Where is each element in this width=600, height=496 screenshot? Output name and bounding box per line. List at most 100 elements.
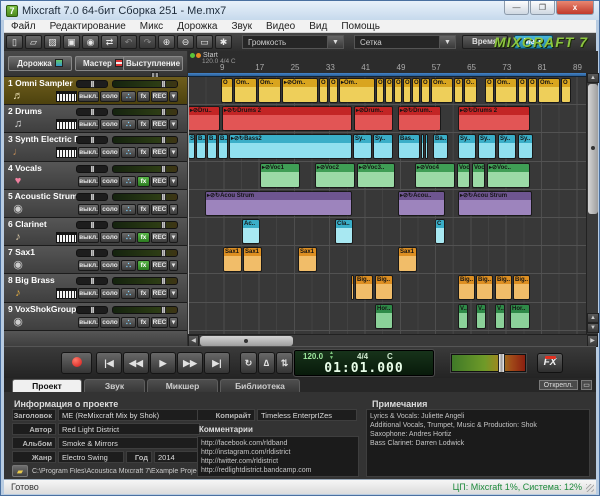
solo-button[interactable]: соло xyxy=(100,204,120,215)
track-volume-slider[interactable] xyxy=(112,108,178,116)
mute-button[interactable]: выкл. xyxy=(78,91,99,102)
clip[interactable]: Voc.. xyxy=(472,163,485,188)
pan-thumb[interactable] xyxy=(90,165,95,173)
automation-button[interactable]: ∴ xyxy=(121,288,136,299)
track-pan-slider[interactable] xyxy=(76,136,108,144)
clip[interactable]: Om.. xyxy=(431,78,453,103)
mute-button[interactable]: выкл. xyxy=(78,288,99,299)
grid-dropdown[interactable]: Сетка ▼ xyxy=(354,35,456,49)
track-pan-slider[interactable] xyxy=(76,80,108,88)
arm-record-button[interactable]: REC xyxy=(151,317,168,328)
piano-keyboard-icon[interactable] xyxy=(56,119,77,130)
volume-thumb[interactable] xyxy=(161,193,166,201)
playhead[interactable] xyxy=(188,77,189,334)
scroll-up-icon[interactable]: ▲ xyxy=(587,73,599,83)
close-button[interactable]: x xyxy=(556,1,594,15)
clip[interactable]: Sy.. xyxy=(518,134,533,159)
resize-grip[interactable] xyxy=(586,484,594,492)
new-file-icon[interactable]: ▯ xyxy=(6,35,23,49)
fx-button[interactable]: fx xyxy=(137,147,150,158)
clip[interactable]: ▸⊘↻Bass2 xyxy=(229,134,352,159)
field-value[interactable]: Red Light District xyxy=(58,423,200,435)
clip[interactable]: ▸⊘Voc3.. xyxy=(357,163,395,188)
comment-link[interactable]: http://twitter.com/rldistrict xyxy=(201,457,355,466)
notes-box[interactable]: Lyrics & Vocals: Juliette AngeliAddition… xyxy=(366,409,590,477)
track-pan-slider[interactable] xyxy=(76,249,108,257)
pan-thumb[interactable] xyxy=(90,136,95,144)
comment-link[interactable]: http://redlightdistrict.bandcamp.com xyxy=(201,466,355,475)
fast-forward-button[interactable]: ▶▶ xyxy=(177,352,203,374)
fx-button[interactable]: fx xyxy=(137,91,150,102)
master-fx-button[interactable]: FX xyxy=(537,353,563,373)
clip[interactable]: Sax1 xyxy=(243,247,262,272)
clip[interactable]: O xyxy=(221,78,233,103)
track-pan-slider[interactable] xyxy=(76,221,108,229)
fx-button[interactable]: fx xyxy=(137,119,150,130)
clip[interactable]: Sy.. xyxy=(373,134,393,159)
collapse-panel-icon[interactable]: ▭ xyxy=(581,380,592,390)
track-menu-arrow-icon[interactable]: ▾ xyxy=(169,288,178,299)
clip[interactable]: O.. xyxy=(464,78,477,103)
volume-thumb[interactable] xyxy=(161,306,166,314)
clip[interactable]: B.. xyxy=(207,134,217,159)
automation-button[interactable]: ∴ xyxy=(121,119,136,130)
track-lane-6[interactable]: Ac..Cla..C xyxy=(188,218,586,246)
track-lane-9[interactable]: Hor..V..V..V..Hor.. xyxy=(188,303,586,331)
marker-strip[interactable]: Start 120.0 4/4 C xyxy=(188,51,598,63)
clip[interactable]: O xyxy=(528,78,537,103)
clip[interactable]: Sy.. xyxy=(478,134,496,159)
track-lane-5[interactable]: ▸⊘↻Acou Strum▸⊘↻Acou..▸⊘↻Acou Strum xyxy=(188,190,586,218)
track-volume-slider[interactable] xyxy=(112,249,178,257)
clip[interactable]: Sax1 xyxy=(398,247,417,272)
volume-thumb[interactable] xyxy=(161,277,166,285)
track-lane-7[interactable]: Sax1Sax1Sax1Sax1 xyxy=(188,246,586,274)
track-menu-arrow-icon[interactable]: ▾ xyxy=(169,204,178,215)
track-pan-slider[interactable] xyxy=(76,306,108,314)
track-volume-slider[interactable] xyxy=(112,277,178,285)
settings-gear-icon[interactable]: ✱ xyxy=(215,35,232,49)
add-track-button[interactable]: Дорожка xyxy=(8,56,72,71)
arm-record-button[interactable]: REC xyxy=(151,232,168,243)
solo-button[interactable]: соло xyxy=(100,119,120,130)
clip[interactable]: ▸⊘↻Acou Strum xyxy=(458,191,532,216)
menu-item-редактирование[interactable]: Редактирование xyxy=(43,21,133,32)
clip[interactable]: O xyxy=(561,78,571,103)
track-volume-slider[interactable] xyxy=(112,306,178,314)
clip[interactable] xyxy=(425,134,428,159)
chevron-down-icon[interactable]: ▼ xyxy=(440,35,456,49)
menu-item-дорожка[interactable]: Дорожка xyxy=(170,21,224,32)
automation-button[interactable]: ∴ xyxy=(121,176,136,187)
zoom-out-icon[interactable]: ⊖ xyxy=(177,35,194,49)
solo-button[interactable]: соло xyxy=(100,91,120,102)
pan-thumb[interactable] xyxy=(90,108,95,116)
track-header-2[interactable]: 2 Drums♫выкл.соло∴fxREC▾ xyxy=(4,105,187,133)
fx-button[interactable]: fx xyxy=(137,204,150,215)
track-pan-slider[interactable] xyxy=(76,165,108,173)
menu-item-файл[interactable]: Файл xyxy=(4,21,43,32)
mute-button[interactable]: выкл. xyxy=(78,176,99,187)
track-volume-slider[interactable] xyxy=(112,80,178,88)
clip[interactable]: O xyxy=(454,78,463,103)
solo-button[interactable]: соло xyxy=(100,317,120,328)
bar-ruler[interactable]: 917253341495765738189 xyxy=(188,63,598,73)
solo-button[interactable]: соло xyxy=(100,176,120,187)
browse-folder-icon[interactable]: ▰ xyxy=(12,465,28,477)
solo-button[interactable]: соло xyxy=(100,147,120,158)
arm-record-button[interactable]: REC xyxy=(151,176,168,187)
volume-thumb[interactable] xyxy=(161,80,166,88)
track-menu-arrow-icon[interactable]: ▾ xyxy=(169,147,178,158)
clip[interactable] xyxy=(351,275,354,300)
pan-thumb[interactable] xyxy=(90,193,95,201)
track-menu-arrow-icon[interactable]: ▾ xyxy=(169,232,178,243)
track-lane-8[interactable]: Big..Big..Big..Big..Big..Big.. xyxy=(188,274,586,302)
solo-button[interactable]: соло xyxy=(100,232,120,243)
volume-dropdown[interactable]: Громкость ▼ xyxy=(242,35,344,49)
clip[interactable]: ▸⊘↻Drums 2 xyxy=(458,106,530,131)
track-menu-arrow-icon[interactable]: ▾ xyxy=(169,91,178,102)
track-header-9[interactable]: 9 VoxShokGroup◉выкл.соло∴fxREC▾ xyxy=(4,303,187,331)
solo-button[interactable]: соло xyxy=(100,288,120,299)
time-signature[interactable]: 4/4 xyxy=(357,352,368,361)
clip[interactable]: O xyxy=(319,78,328,103)
tab-проект[interactable]: Проект xyxy=(12,379,82,392)
clip[interactable]: Big.. xyxy=(458,275,475,300)
